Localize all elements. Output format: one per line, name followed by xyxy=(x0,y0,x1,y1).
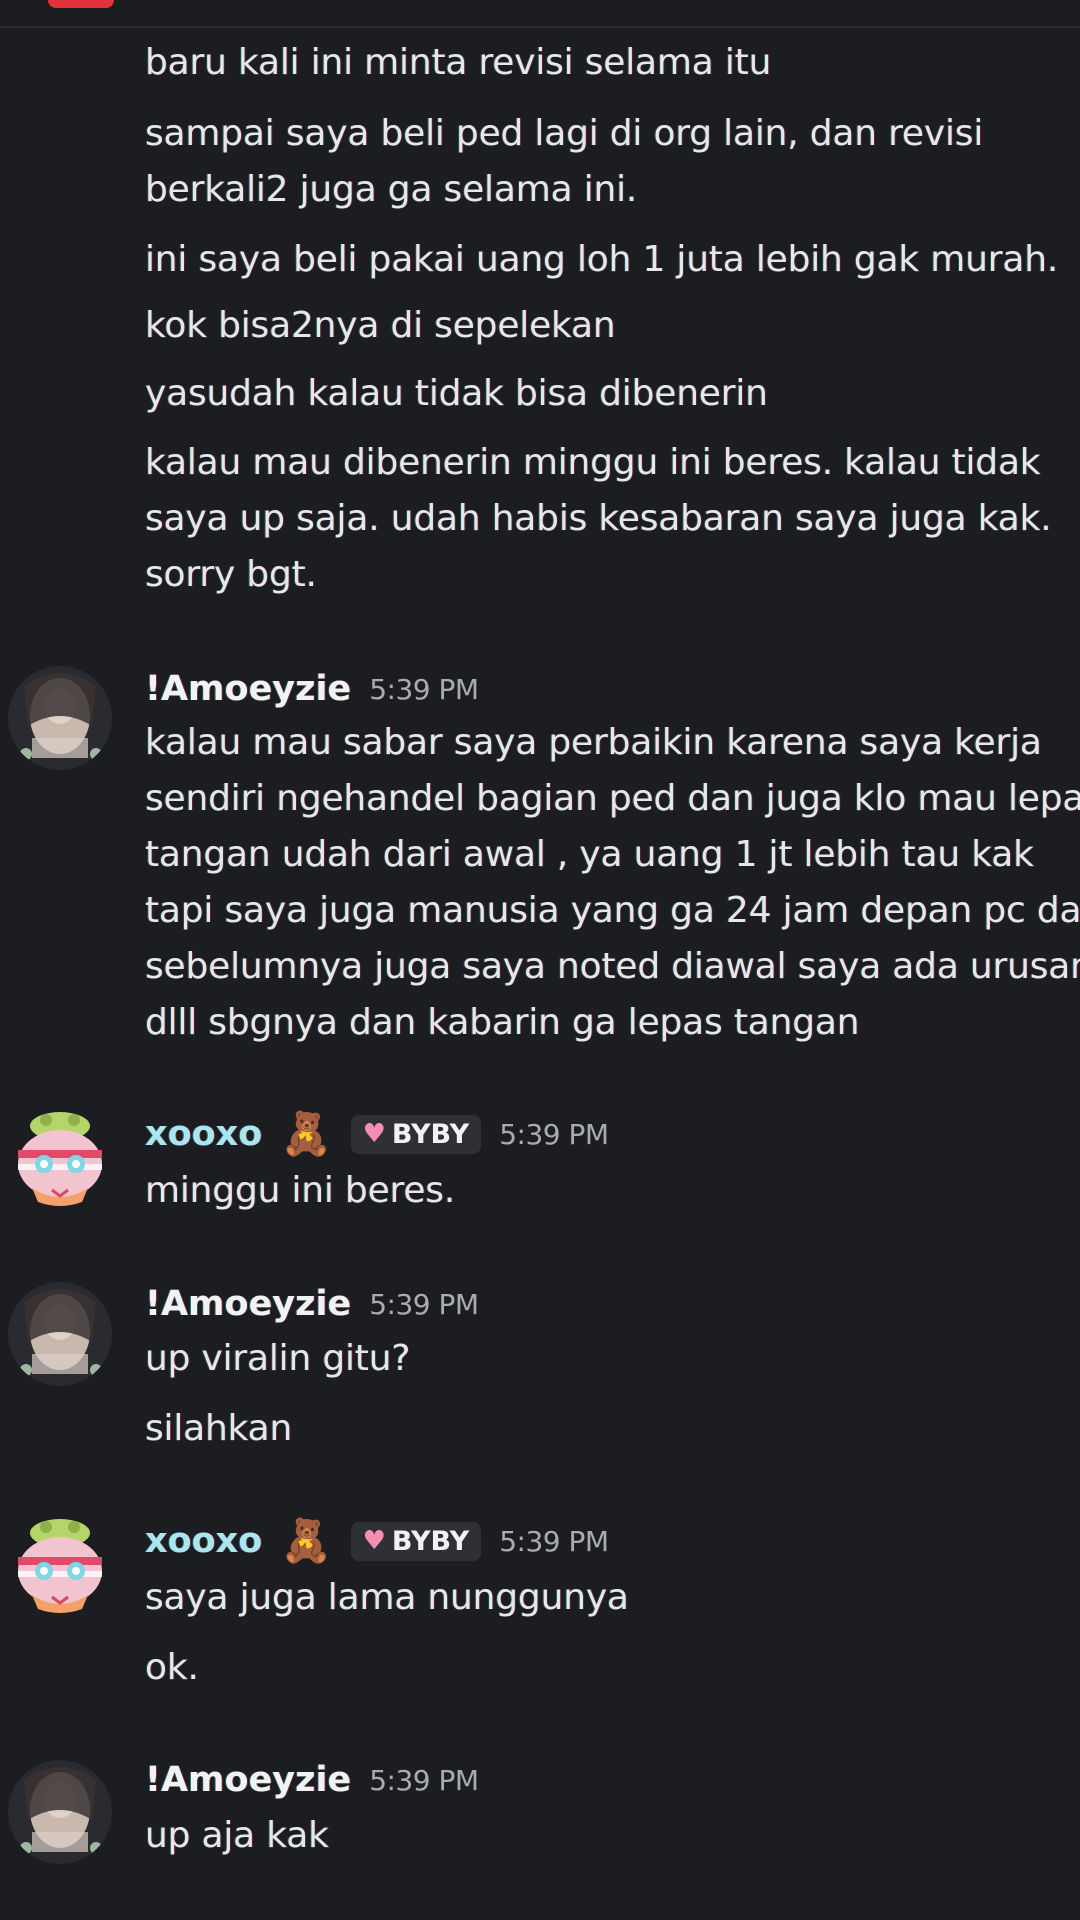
channel-top-bar xyxy=(0,0,1080,28)
message-line: sebelumnya juga saya noted diawal saya a… xyxy=(145,946,1080,987)
notification-tab[interactable] xyxy=(48,0,114,8)
timestamp: 5:39 PM xyxy=(369,1763,479,1797)
avatar-amoeyzie[interactable] xyxy=(8,666,112,770)
message-line: yasudah kalau tidak bisa dibenerin xyxy=(145,373,768,414)
username[interactable]: !Amoeyzie xyxy=(145,669,351,709)
message-line: up viralin gitu? xyxy=(145,1338,411,1379)
message-line: up aja kak xyxy=(145,1815,329,1856)
role-badge[interactable]: ♥ BYBY xyxy=(350,1114,482,1154)
timestamp: 5:39 PM xyxy=(499,1524,609,1558)
avatar-xooxo[interactable] xyxy=(8,1513,112,1617)
message-line: baru kali ini minta revisi selama itu xyxy=(145,42,772,83)
timestamp: 5:39 PM xyxy=(369,1287,479,1321)
avatar-amoeyzie[interactable] xyxy=(8,1760,112,1864)
message-line: minggu ini beres. xyxy=(145,1170,456,1211)
message-line: ini saya beli pakai uang loh 1 juta lebi… xyxy=(145,239,1059,280)
message-line: ok. xyxy=(145,1647,199,1688)
avatar-amoeyzie[interactable] xyxy=(8,1282,112,1386)
username[interactable]: !Amoeyzie xyxy=(145,1760,351,1800)
teddy-bear-icon: 🧸 xyxy=(280,1516,333,1565)
timestamp: 5:39 PM xyxy=(369,672,479,706)
teddy-bear-icon: 🧸 xyxy=(280,1109,333,1158)
heart-icon: ♥ xyxy=(362,1119,386,1149)
avatar-xooxo[interactable] xyxy=(8,1106,112,1210)
role-badge[interactable]: ♥ BYBY xyxy=(350,1521,482,1561)
message-line: sampai saya beli ped lagi di org lain, d… xyxy=(145,113,984,154)
message-line: tapi saya juga manusia yang ga 24 jam de… xyxy=(145,890,1080,931)
heart-icon: ♥ xyxy=(362,1526,386,1556)
message-line: kalau mau sabar saya perbaikin karena sa… xyxy=(145,722,1042,763)
message-line: tangan udah dari awal , ya uang 1 jt leb… xyxy=(145,834,1034,875)
username[interactable]: xooxo xyxy=(145,1521,262,1561)
message-line: sorry bgt. xyxy=(145,554,317,595)
username[interactable]: xooxo xyxy=(145,1114,262,1154)
badge-label: BYBY xyxy=(391,1525,470,1557)
message-line: saya up saja. udah habis kesabaran saya … xyxy=(145,498,1052,539)
message-line: dlll sbgnya dan kabarin ga lepas tangan xyxy=(145,1002,860,1043)
username[interactable]: !Amoeyzie xyxy=(145,1284,351,1324)
message-line: kalau mau dibenerin minggu ini beres. ka… xyxy=(145,442,1041,483)
message-line: silahkan xyxy=(145,1408,293,1449)
badge-label: BYBY xyxy=(391,1118,470,1150)
message-line: saya juga lama nunggunya xyxy=(145,1577,629,1618)
message-line: sendiri ngehandel bagian ped dan juga kl… xyxy=(145,778,1080,819)
message-line: berkali2 juga ga selama ini. xyxy=(145,169,638,210)
timestamp: 5:39 PM xyxy=(499,1117,609,1151)
message-line: kok bisa2nya di sepelekan xyxy=(145,305,616,346)
